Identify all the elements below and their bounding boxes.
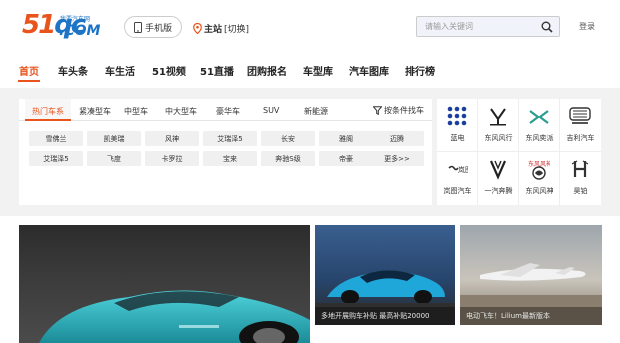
nav-item-headlines[interactable]: 车头条 xyxy=(58,63,88,78)
logo-com: .COM xyxy=(59,23,101,39)
brand-tile-bestune[interactable]: 一汽奔腾 xyxy=(478,152,519,205)
brand-tile-fengxing[interactable]: 东风风行 xyxy=(478,99,519,152)
car-chip[interactable]: 凯美瑞 xyxy=(87,131,141,146)
news-caption: 电动飞车！Lilium最新版本 xyxy=(460,307,602,325)
car-chip[interactable]: 迈腾 xyxy=(370,131,424,146)
car-chip[interactable]: 帝豪 xyxy=(319,151,373,166)
search-icon[interactable] xyxy=(541,21,553,33)
brand-tile-landian[interactable]: 蓝电 xyxy=(437,99,478,152)
tab-hot-series[interactable]: 热门车系 xyxy=(25,99,71,121)
mobile-version-label: 手机版 xyxy=(144,23,172,34)
car-chip[interactable]: 飞度 xyxy=(87,151,141,166)
car-chip[interactable]: 艾瑞泽5 xyxy=(203,131,257,146)
car-chip[interactable]: 奔驰S级 xyxy=(261,151,315,166)
login-link[interactable]: 登录 xyxy=(579,21,595,32)
svg-text:岚图: 岚图 xyxy=(458,166,468,174)
mobile-version-button[interactable]: 手机版 xyxy=(124,16,182,38)
fengshen-logo-icon: 东风风神 xyxy=(528,160,550,180)
brand-name: 吉利汽车 xyxy=(566,134,595,142)
fengxing-logo-icon xyxy=(490,108,506,126)
car-chip[interactable]: 长安 xyxy=(261,131,315,146)
brand-name: 东风奕派 xyxy=(525,134,554,142)
brand-name: 蓝电 xyxy=(450,134,465,142)
brand-name: 一汽奔腾 xyxy=(484,187,513,195)
tab-suv[interactable]: SUV xyxy=(263,106,279,115)
landian-logo-icon xyxy=(447,106,467,126)
car-category-tabs: 热门车系 紧凑型车 中型车 中大型车 豪华车 SUV 新能源 按条件找车 xyxy=(19,99,432,121)
location-icon xyxy=(193,23,202,34)
brand-tile-fengshen[interactable]: 东风风神 东风风神 xyxy=(519,152,560,205)
geely-logo-icon xyxy=(569,107,591,124)
bestune-logo-icon xyxy=(489,160,507,180)
phone-icon xyxy=(133,21,142,33)
brand-tile-voyah[interactable]: 岚图 岚图汽车 xyxy=(437,152,478,205)
news-image-subsidy[interactable]: 多地开展购车补贴 最高补贴20000 xyxy=(315,225,455,325)
filter-search-button[interactable]: 按条件找车 xyxy=(373,105,424,116)
brand-name: 岚图汽车 xyxy=(443,187,472,195)
nav-item-car-life[interactable]: 车生活 xyxy=(105,63,135,78)
car-chip[interactable]: 风神 xyxy=(145,131,199,146)
site-selector[interactable]: 主站 [切换] xyxy=(193,22,249,35)
main-nav: 首页 车头条 车生活 51视频 51直播 团购报名 车型库 汽车图库 排行榜 xyxy=(0,58,620,82)
brand-name: 东风风神 xyxy=(525,187,554,195)
news-caption: 多地开展购车补贴 最高补贴20000 xyxy=(315,307,455,325)
logo-subtitle: 我要汽车网 xyxy=(60,16,91,23)
brand-tile-yipai[interactable]: 东风奕派 xyxy=(519,99,560,152)
nav-item-car-models[interactable]: 车型库 xyxy=(303,63,333,78)
nav-item-group-buy[interactable]: 团购报名 xyxy=(247,63,287,78)
tab-large-midsize[interactable]: 中大型车 xyxy=(165,106,197,117)
nav-item-video[interactable]: 51视频 xyxy=(152,63,186,78)
car-chip[interactable]: 艾瑞泽5 xyxy=(29,151,83,166)
switch-site-link[interactable]: [切换] xyxy=(224,22,249,35)
tab-compact[interactable]: 紧凑型车 xyxy=(79,106,111,117)
nav-item-home[interactable]: 首页 xyxy=(19,63,39,78)
yipai-logo-icon xyxy=(529,110,549,124)
search-input[interactable]: 请输入关键词 xyxy=(425,21,473,32)
tab-new-energy[interactable]: 新能源 xyxy=(304,106,328,117)
nav-active-indicator xyxy=(18,80,40,82)
brand-grid: 蓝电 东风风行 东风奕派 吉利汽车 岚图 岚图汽车 一汽奔腾 东风风神 xyxy=(437,99,601,205)
current-site: 主站 xyxy=(204,25,223,35)
car-chip[interactable]: 雪佛兰 xyxy=(29,131,83,146)
search-box[interactable]: 请输入关键词 xyxy=(416,16,560,37)
filter-label: 按条件找车 xyxy=(384,106,424,115)
brand-name: 东风风行 xyxy=(484,134,513,142)
car-chip[interactable]: 雅阁 xyxy=(319,131,373,146)
car-chip[interactable]: 宝来 xyxy=(203,151,257,166)
nav-item-live[interactable]: 51直播 xyxy=(200,63,234,78)
nav-item-rankings[interactable]: 排行榜 xyxy=(405,63,435,78)
car-finder-panel: 热门车系 紧凑型车 中型车 中大型车 豪华车 SUV 新能源 按条件找车 雪佛兰… xyxy=(19,99,432,205)
news-image-lilium[interactable]: 电动飞车！Lilium最新版本 xyxy=(460,225,602,325)
filter-icon xyxy=(373,106,382,115)
voyah-logo-icon: 岚图 xyxy=(448,165,468,174)
brand-tile-hyper[interactable]: 昊铂 xyxy=(560,152,601,205)
hyper-logo-icon xyxy=(571,160,589,177)
nav-item-gallery[interactable]: 汽车图库 xyxy=(349,63,389,78)
car-photo-illustration xyxy=(39,290,310,343)
tab-luxury[interactable]: 豪华车 xyxy=(216,106,240,117)
more-cars-link[interactable]: 更多>> xyxy=(370,151,424,166)
car-chip[interactable]: 卡罗拉 xyxy=(145,151,199,166)
tab-midsize[interactable]: 中型车 xyxy=(124,106,148,117)
top-bar: 51qc 我要汽车网 .COM 手机版 主站 [切换] 请输入关键词 登录 xyxy=(0,0,620,56)
brand-tile-geely[interactable]: 吉利汽车 xyxy=(560,99,601,152)
brand-name: 昊铂 xyxy=(573,187,588,195)
hero-news-image[interactable] xyxy=(19,225,310,343)
site-logo[interactable]: 51qc 我要汽车网 .COM xyxy=(22,10,110,40)
